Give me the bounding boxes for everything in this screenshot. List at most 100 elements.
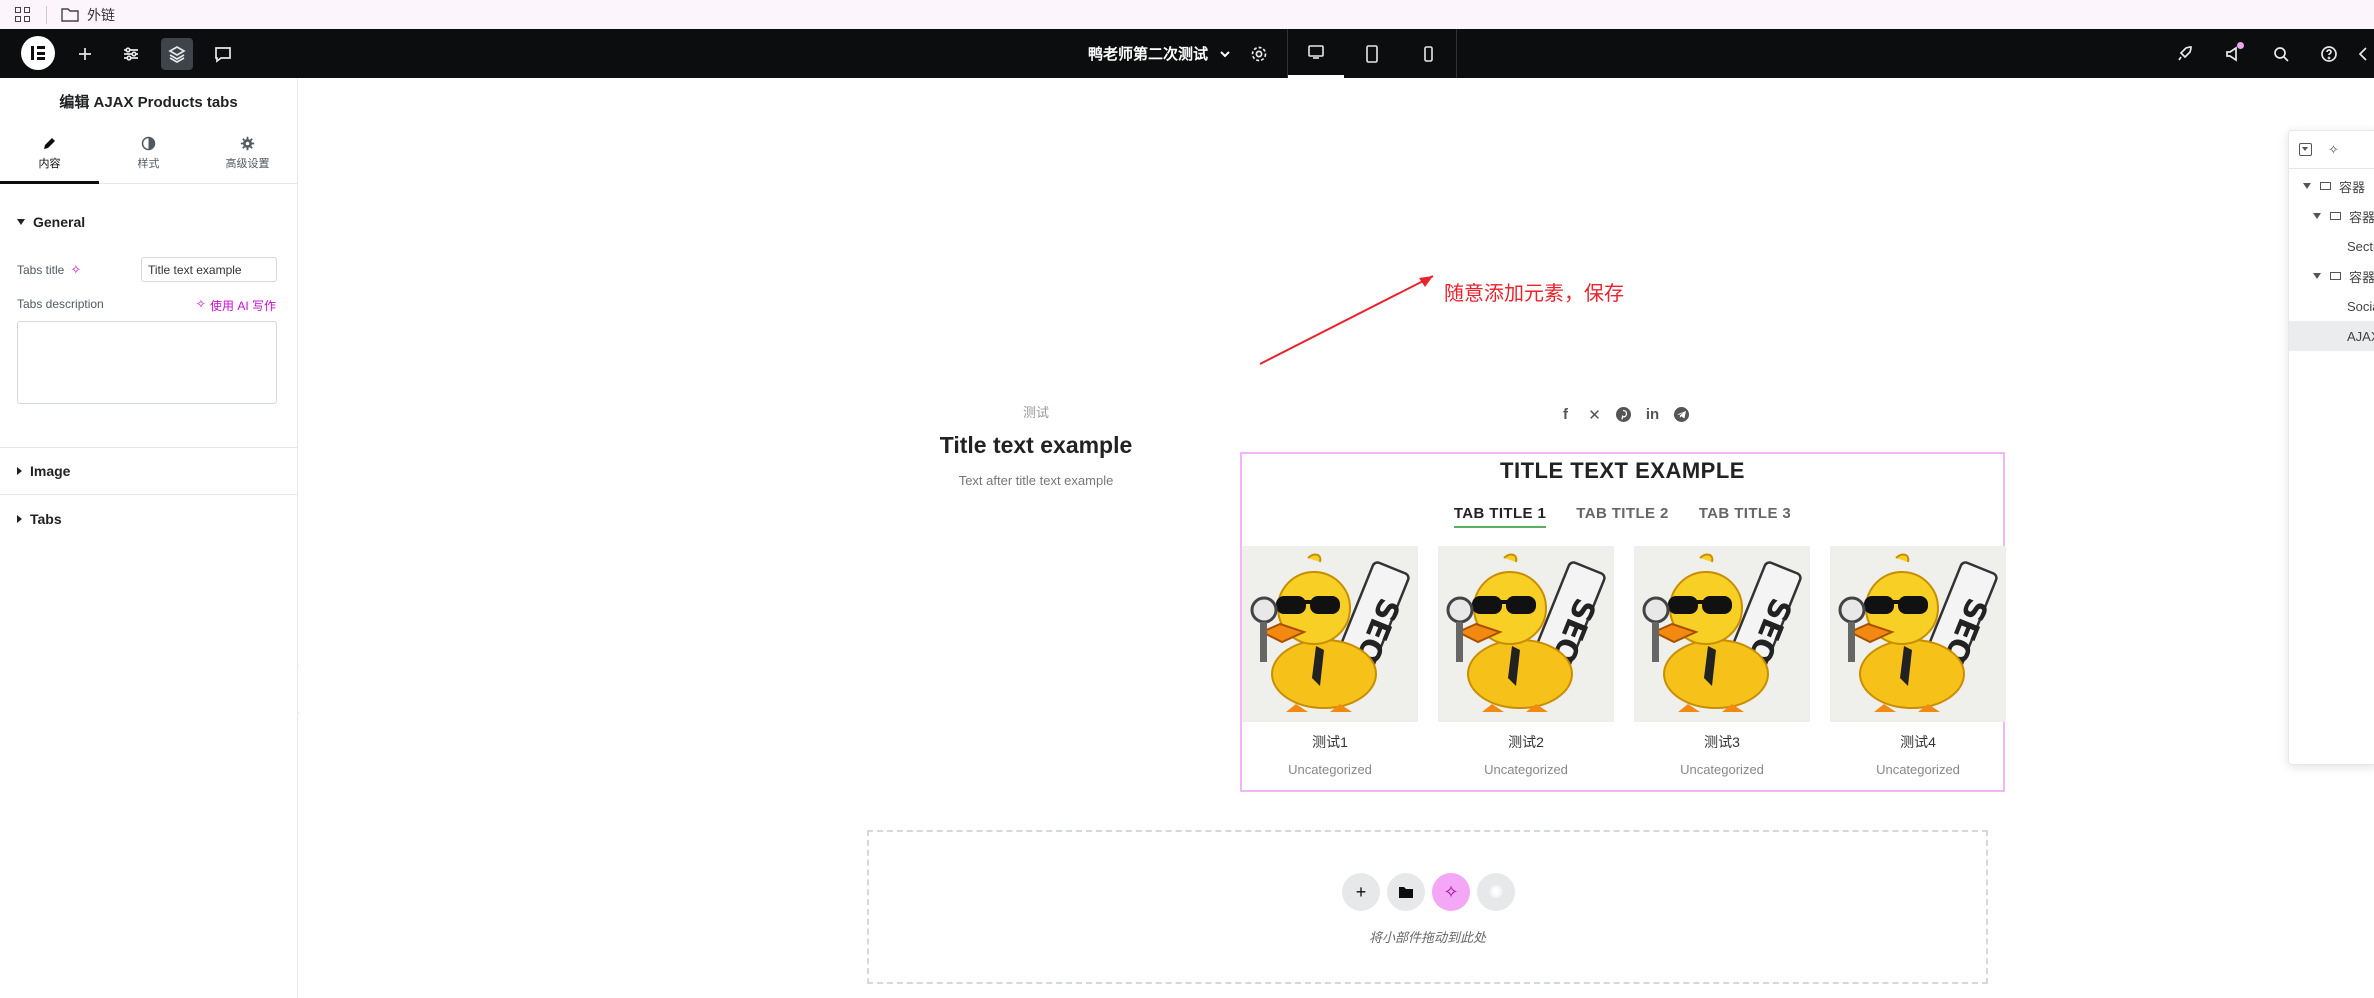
- pencil-icon: [44, 138, 55, 149]
- ai-generate-button[interactable]: ✧: [1432, 873, 1470, 911]
- tab-advanced-label: 高级设置: [225, 158, 270, 170]
- product-category[interactable]: Uncategorized: [1830, 762, 2006, 777]
- collapse-all-icon[interactable]: [2299, 143, 2312, 156]
- rocket-icon: [2178, 46, 2192, 61]
- products-grid: SEO 测试1 Uncategorized SEO 测试2 Uncategori…: [1242, 546, 2006, 777]
- widget-drop-zone[interactable]: + ✧ ✺ 将小部件拖动到此处: [867, 830, 1988, 984]
- navigator-item[interactable]: 容器: [2289, 261, 2374, 291]
- document-title[interactable]: 鸭老师第二次测试: [1088, 43, 1232, 64]
- ajax-products-tabs-widget[interactable]: TITLE TEXT EXAMPLE TAB TITLE 1 TAB TITLE…: [1240, 452, 2006, 792]
- product-category[interactable]: Uncategorized: [1634, 762, 1810, 777]
- product-card[interactable]: SEO 测试3 Uncategorized: [1634, 546, 1810, 777]
- section-tabs-label: Tabs: [30, 511, 62, 527]
- page-settings-button[interactable]: [1243, 38, 1275, 70]
- caret-down-icon: [2303, 183, 2311, 189]
- heading-description: Text after title text example: [958, 473, 1114, 488]
- navigator-item-label: Secti: [2347, 238, 2374, 254]
- comments-button[interactable]: [207, 38, 239, 70]
- tab-advanced[interactable]: 高级设置: [198, 124, 297, 183]
- product-category[interactable]: Uncategorized: [1438, 762, 1614, 777]
- tabs-title-input[interactable]: Title text example: [141, 257, 277, 282]
- caret-right-icon: [17, 467, 22, 475]
- tab-style[interactable]: 样式: [99, 124, 198, 183]
- tabs-description-label: Tabs description: [17, 297, 104, 311]
- duck-illustration: SEO: [1242, 546, 1418, 722]
- ai-write-button[interactable]: ✧ 使用 AI 写作: [196, 297, 276, 314]
- section-tabs[interactable]: Tabs: [0, 511, 79, 527]
- drop-zone-actions: + ✧ ✺: [1342, 873, 1515, 911]
- telegram-icon[interactable]: [1673, 406, 1690, 423]
- ai-write-label: 使用 AI 写作: [209, 299, 276, 313]
- editor-topbar: 鸭老师第二次测试: [0, 29, 2374, 78]
- navigator-item[interactable]: Secti: [2289, 231, 2374, 261]
- navigator-item-label: AJAX: [2347, 328, 2374, 344]
- add-element-button[interactable]: [69, 38, 101, 70]
- container-icon: [2330, 272, 2341, 280]
- heading-widget[interactable]: 测试 Title text example Text after title t…: [876, 402, 1196, 488]
- responsive-mode-switcher: [1287, 29, 1457, 78]
- caret-down-icon: [2313, 213, 2321, 219]
- tab-style-label: 样式: [137, 158, 160, 170]
- product-name[interactable]: 测试4: [1830, 732, 2006, 752]
- publish-options-button[interactable]: [2169, 38, 2201, 70]
- tablet-mode-button[interactable]: [1344, 29, 1400, 78]
- x-icon[interactable]: ✕: [1586, 406, 1603, 424]
- desktop-mode-button[interactable]: [1288, 29, 1344, 78]
- products-tab-3[interactable]: TAB TITLE 3: [1699, 505, 1791, 528]
- facebook-icon[interactable]: f: [1557, 406, 1574, 423]
- product-card[interactable]: SEO 测试1 Uncategorized: [1242, 546, 1418, 777]
- section-general[interactable]: General: [0, 214, 102, 230]
- tabs-description-textarea[interactable]: [17, 321, 277, 404]
- navigator-tree: 容器 容器 Secti 容器 Socia AJAX: [2289, 169, 2374, 351]
- help-button[interactable]: [2313, 38, 2345, 70]
- drop-zone-text: 将小部件拖动到此处: [1368, 930, 1486, 945]
- desktop-icon: [1308, 45, 1324, 59]
- site-settings-button[interactable]: [115, 38, 147, 70]
- gear-icon: [240, 136, 255, 151]
- add-container-button[interactable]: +: [1342, 873, 1380, 911]
- half-circle-icon: [141, 136, 156, 151]
- ai-sparkle-icon: ✧: [195, 297, 206, 311]
- mobile-mode-button[interactable]: [1400, 29, 1456, 78]
- products-tab-2[interactable]: TAB TITLE 2: [1576, 505, 1668, 528]
- section-image[interactable]: Image: [0, 463, 87, 479]
- notification-dot: [2237, 42, 2244, 49]
- bookmark-separator: [46, 5, 47, 24]
- heading-title: Title text example: [939, 432, 1133, 458]
- navigator-item-selected[interactable]: AJAX: [2289, 321, 2374, 351]
- search-button[interactable]: [2265, 38, 2297, 70]
- pinterest-icon[interactable]: [1615, 406, 1632, 423]
- product-image[interactable]: SEO: [1634, 546, 1810, 722]
- product-image[interactable]: SEO: [1830, 546, 2006, 722]
- tab-content[interactable]: 内容: [0, 124, 99, 184]
- ai-sparkle-icon[interactable]: ✧: [70, 262, 81, 278]
- navigator-item[interactable]: 容器: [2289, 171, 2374, 201]
- kit-button[interactable]: ✺: [1477, 873, 1515, 911]
- ai-sparkle-icon[interactable]: ✧: [2328, 142, 2339, 158]
- mobile-icon: [1424, 45, 1433, 62]
- product-category[interactable]: Uncategorized: [1242, 762, 1418, 777]
- product-card[interactable]: SEO 测试2 Uncategorized: [1438, 546, 1614, 777]
- product-name[interactable]: 测试2: [1438, 732, 1614, 752]
- product-card[interactable]: SEO 测试4 Uncategorized: [1830, 546, 2006, 777]
- products-tab-1[interactable]: TAB TITLE 1: [1453, 505, 1547, 528]
- product-image[interactable]: SEO: [1438, 546, 1614, 722]
- linkedin-icon[interactable]: in: [1644, 406, 1661, 423]
- product-name[interactable]: 测试1: [1242, 732, 1418, 752]
- layers-icon: [168, 46, 186, 63]
- bookmark-folder[interactable]: 外链: [61, 5, 115, 25]
- tabs-title-label: Tabs title ✧: [17, 262, 81, 278]
- gear-icon: [1251, 46, 1267, 62]
- navigator-item[interactable]: 容器: [2289, 201, 2374, 231]
- product-image[interactable]: SEO: [1242, 546, 1418, 722]
- structure-button[interactable]: [161, 38, 193, 70]
- tablet-icon: [1366, 44, 1378, 63]
- navigator-item[interactable]: Socia: [2289, 291, 2374, 321]
- apps-grid-icon[interactable]: [15, 6, 31, 23]
- folder-icon: [61, 8, 79, 22]
- template-library-button[interactable]: [1387, 873, 1425, 911]
- product-name[interactable]: 测试3: [1634, 732, 1810, 752]
- notifications-button[interactable]: [2217, 38, 2249, 70]
- collapse-topbar-button[interactable]: [2352, 38, 2374, 70]
- elementor-logo[interactable]: [21, 36, 55, 70]
